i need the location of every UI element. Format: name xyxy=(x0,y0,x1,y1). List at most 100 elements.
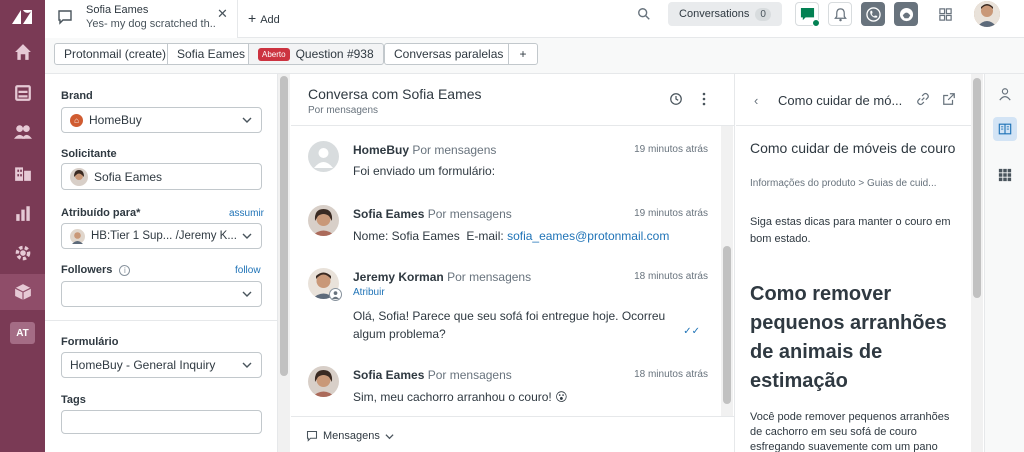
grid-icon xyxy=(938,7,952,21)
side-conversations-button[interactable]: Conversas paralelas xyxy=(384,43,514,65)
bell-icon xyxy=(833,7,847,21)
knowledge-header: ‹ Como cuidar de mó... xyxy=(736,74,971,126)
email-link[interactable]: sofia_eames@protonmail.com xyxy=(507,229,669,243)
message-item: Sofia Eames Por mensagens 18 minutos atr… xyxy=(308,366,708,406)
nav-rail: AT xyxy=(0,0,45,452)
home-icon[interactable] xyxy=(0,34,45,70)
top-bar: Sofia Eames Yes- my dog scratched th... … xyxy=(45,0,1024,38)
reporting-icon[interactable] xyxy=(0,195,45,231)
article-paragraph: Você pode remover pequenos arranhões de … xyxy=(750,411,950,452)
apps-button[interactable] xyxy=(993,163,1017,187)
properties-scrollbar[interactable] xyxy=(278,74,290,452)
close-tab-icon[interactable]: ✕ xyxy=(217,6,228,22)
requester-avatar xyxy=(308,366,339,397)
message-author: Sofia Eames Por mensagens xyxy=(353,207,512,221)
knowledge-scrollbar[interactable] xyxy=(971,74,983,452)
book-icon xyxy=(998,123,1012,135)
message-body: Foi enviado um formulário: xyxy=(353,164,496,178)
app-integration-button[interactable] xyxy=(894,2,918,26)
knowledge-button[interactable] xyxy=(993,117,1017,141)
ticket-subtabs: Protonmail (create) Sofia Eames Aberto Q… xyxy=(45,38,1024,74)
message-item: HomeBuy Por mensagens 19 minutos atrás F… xyxy=(308,141,708,181)
article-intro: Siga estas dicas para manter o couro em … xyxy=(750,216,951,245)
take-it-link[interactable]: assumir xyxy=(229,208,264,219)
user-avatar[interactable] xyxy=(974,1,1000,27)
user-initials-badge[interactable]: AT xyxy=(10,322,35,344)
link-icon[interactable] xyxy=(916,92,930,106)
chevron-down-icon xyxy=(242,233,252,239)
article-title: Como cuidar de móveis de couro xyxy=(750,140,956,156)
admin-gear-icon[interactable] xyxy=(0,235,45,271)
add-side-conversation-button[interactable]: + xyxy=(508,43,538,65)
user-icon xyxy=(999,88,1011,101)
customer-context-button[interactable] xyxy=(993,82,1017,106)
ticket-tab-title: Sofia Eames xyxy=(86,4,149,16)
apps-box-icon[interactable] xyxy=(0,274,45,310)
channel-switcher[interactable]: Mensagens xyxy=(306,430,394,442)
requester-label: Solicitante xyxy=(61,148,117,160)
assignee-select[interactable]: HB:Tier 1 Sup... /Jeremy K... xyxy=(61,223,262,249)
messaging-status-button[interactable] xyxy=(795,2,820,27)
online-dot xyxy=(812,19,820,27)
info-icon[interactable]: i xyxy=(119,265,131,276)
followers-select[interactable] xyxy=(61,281,262,307)
conversations-button[interactable]: Conversations 0 xyxy=(668,2,782,26)
add-tab-button[interactable]: + Add xyxy=(248,10,280,26)
apps-grid-icon xyxy=(998,168,1012,182)
brand-select[interactable]: ⌂ HomeBuy xyxy=(61,107,262,133)
notifications-button[interactable] xyxy=(828,2,852,26)
brand-avatar xyxy=(308,141,339,172)
form-label: Formulário xyxy=(61,336,119,348)
conversation-header: Conversa com Sofia Eames Por mensagens xyxy=(291,74,735,126)
chevron-down-icon xyxy=(385,433,394,439)
brand-label: Brand xyxy=(61,90,93,102)
tags-input[interactable] xyxy=(61,410,262,434)
conversation-title: Conversa com Sofia Eames xyxy=(308,86,482,102)
message-time: 18 minutos atrás xyxy=(634,271,708,282)
follow-link[interactable]: follow xyxy=(235,265,261,276)
form-select[interactable]: HomeBuy - General Inquiry xyxy=(61,352,262,378)
open-external-icon[interactable] xyxy=(942,92,956,106)
chat-bubble-icon xyxy=(58,10,72,25)
ticket-tab[interactable]: Sofia Eames Yes- my dog scratched th... … xyxy=(45,0,238,38)
message-time: 19 minutos atrás xyxy=(634,208,708,219)
more-options-icon[interactable] xyxy=(699,92,709,106)
tab-protonmail-create[interactable]: Protonmail (create) xyxy=(54,43,177,65)
article-heading: Como remover pequenos arranhões de anima… xyxy=(750,283,947,392)
message-item: Jeremy Korman Por mensagens 18 minutos a… xyxy=(308,268,708,341)
requester-field[interactable]: Sofia Eames xyxy=(61,163,262,190)
integration-icon xyxy=(899,7,913,21)
message-body: Sim, meu cachorro arranhou o couro! 😮 xyxy=(353,390,568,404)
assignee-avatar xyxy=(70,228,85,244)
message-author: Jeremy Korman Por mensagens xyxy=(353,270,532,284)
search-icon[interactable] xyxy=(637,7,651,21)
composer-footer: Mensagens xyxy=(291,416,735,452)
message-time: 18 minutos atrás xyxy=(634,369,708,380)
ticket-tab-subtitle: Yes- my dog scratched th... xyxy=(86,18,216,30)
history-icon[interactable] xyxy=(669,92,683,106)
tags-label: Tags xyxy=(61,394,86,406)
conversation-scrollbar[interactable] xyxy=(721,126,733,416)
back-chevron-icon[interactable]: ‹ xyxy=(754,93,758,108)
read-receipt-icon: ✓✓ xyxy=(683,326,700,337)
status-badge: Aberto xyxy=(258,47,290,61)
zendesk-logo-icon[interactable] xyxy=(10,6,34,26)
properties-divider xyxy=(45,320,278,321)
organizations-icon[interactable] xyxy=(0,155,45,191)
assign-link[interactable]: Atribuir xyxy=(353,287,385,298)
ticket-tab-label: Question #938 xyxy=(295,47,374,61)
brand-logo-icon: ⌂ xyxy=(70,113,83,127)
customers-icon[interactable] xyxy=(0,114,45,150)
product-tray-button[interactable] xyxy=(933,2,957,26)
message-time: 19 minutos atrás xyxy=(634,144,708,155)
message-body: Olá, Sofia! Parece que seu sofá foi entr… xyxy=(353,309,666,341)
chevron-down-icon xyxy=(242,117,252,123)
tab-ticket[interactable]: Aberto Question #938 xyxy=(248,43,384,65)
ticket-properties-panel: Brand ⌂ HomeBuy Solicitante Sofia Eames … xyxy=(45,74,278,452)
article-breadcrumb[interactable]: Informações do produto > Guias de cuid..… xyxy=(750,178,960,189)
talk-button[interactable] xyxy=(861,2,885,26)
tab-requester[interactable]: Sofia Eames xyxy=(167,43,256,65)
views-icon[interactable] xyxy=(0,75,45,111)
message-item: Sofia Eames Por mensagens 19 minutos atr… xyxy=(308,205,708,245)
conversations-count: 0 xyxy=(755,7,771,21)
